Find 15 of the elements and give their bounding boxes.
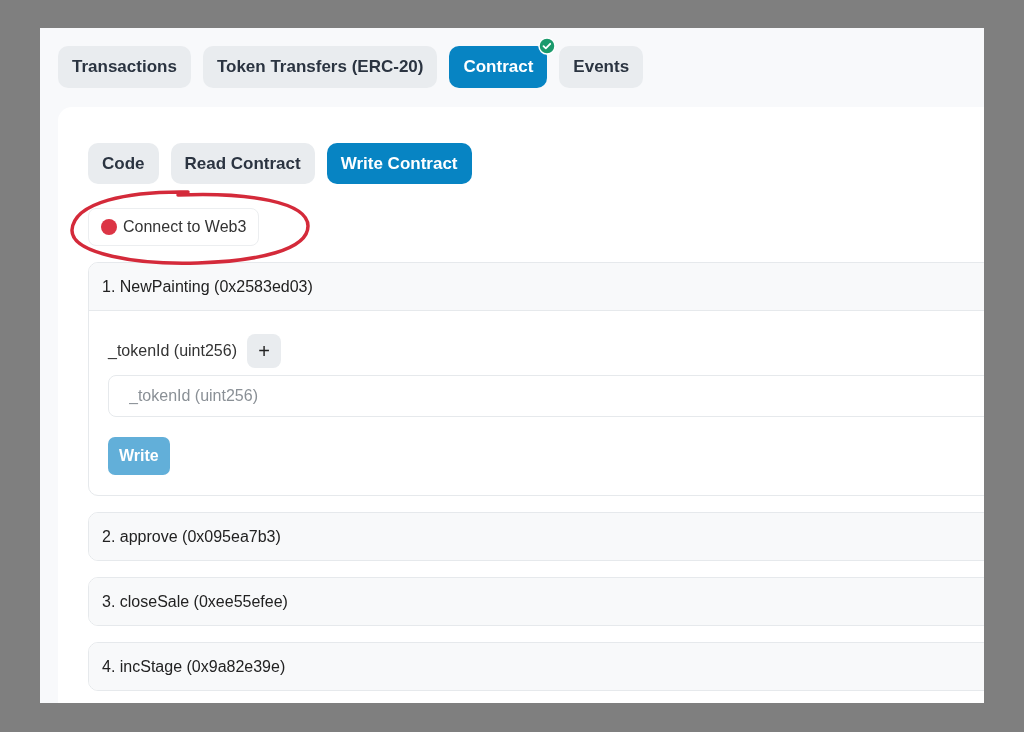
function-header[interactable]: 1. NewPainting (0x2583ed03) — [89, 263, 984, 311]
tab[interactable]: Contract — [449, 46, 548, 88]
parameter-label: _tokenId (uint256) — [108, 342, 237, 360]
tab[interactable]: Events — [559, 46, 644, 88]
function-header[interactable]: 2. approve (0x095ea7b3) — [89, 513, 984, 560]
subtab[interactable]: Code — [88, 143, 159, 184]
tab[interactable]: Transactions — [58, 46, 191, 88]
function-header[interactable]: 4. incStage (0x9a82e39e) — [89, 643, 984, 690]
parameter-input[interactable]: _tokenId (uint256) — [108, 375, 984, 417]
subtab[interactable]: Write Contract — [326, 143, 472, 184]
connect-button[interactable]: Connect to Web3 — [88, 208, 260, 246]
add-button[interactable]: + — [247, 334, 281, 368]
function-header[interactable]: 3. closeSale (0xee55efee) — [89, 578, 984, 625]
subtab[interactable]: Read Contract — [170, 143, 315, 184]
tab[interactable]: Token Transfers (ERC-20) — [202, 46, 438, 88]
